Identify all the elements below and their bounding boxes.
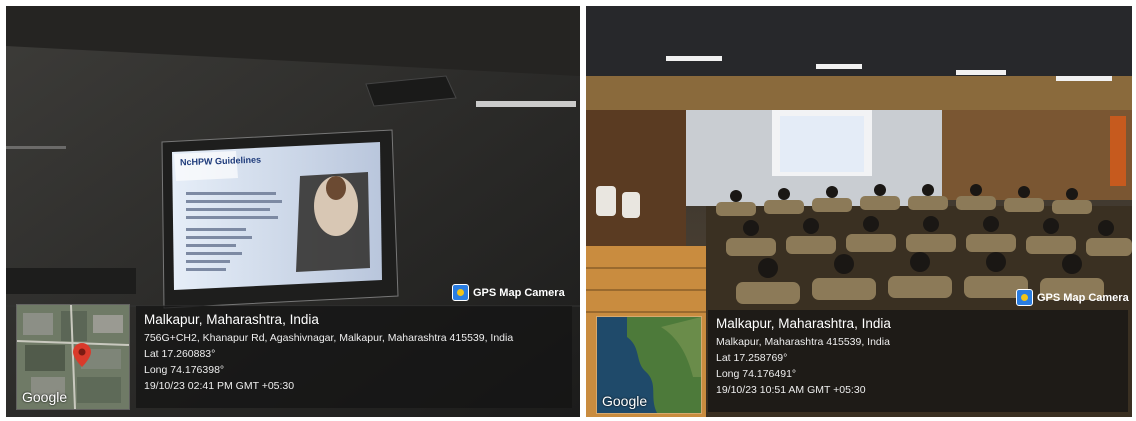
gps-stamp-right: GPS Map Camera (1016, 289, 1129, 306)
gps-stamp: GPS Map Camera (452, 284, 565, 301)
gps-map-camera-icon (452, 284, 469, 301)
map-thumbnail-right: Google (596, 316, 702, 414)
location-pin-icon (73, 343, 91, 367)
longitude-text: Long 74.176398° (144, 364, 225, 376)
google-logo-right: Google (602, 393, 648, 409)
google-logo: Google (22, 389, 68, 405)
datetime-text: 19/10/23 02:41 PM GMT +05:30 (144, 380, 295, 392)
location-info-panel-right: Malkapur, Maharashtra, India Malkapur, M… (708, 310, 1128, 412)
gps-stamp-label: GPS Map Camera (473, 286, 565, 299)
datetime-text-right: 19/10/23 10:51 AM GMT +05:30 (716, 384, 866, 396)
gps-stamp-label-right: GPS Map Camera (1037, 291, 1129, 304)
place-name-right: Malkapur, Maharashtra, India (716, 316, 891, 331)
longitude-text-right: Long 74.176491° (716, 368, 797, 380)
address-text-right: Malkapur, Maharashtra 415539, India (716, 336, 890, 348)
left-photo: NcHPW Guidelines GPS Map Camera Google M… (6, 6, 580, 417)
address-text: 756G+CH2, Khanapur Rd, Agashivnagar, Mal… (144, 332, 514, 344)
latitude-text: Lat 17.260883° (144, 348, 216, 360)
location-info-panel: Malkapur, Maharashtra, India 756G+CH2, K… (136, 306, 572, 408)
map-thumbnail: Google (16, 304, 130, 410)
gps-map-camera-icon-right (1016, 289, 1033, 306)
right-photo: GPS Map Camera Google Malkapur, Maharash… (586, 6, 1132, 417)
latitude-text-right: Lat 17.258769° (716, 352, 788, 364)
place-name: Malkapur, Maharashtra, India (144, 312, 319, 327)
